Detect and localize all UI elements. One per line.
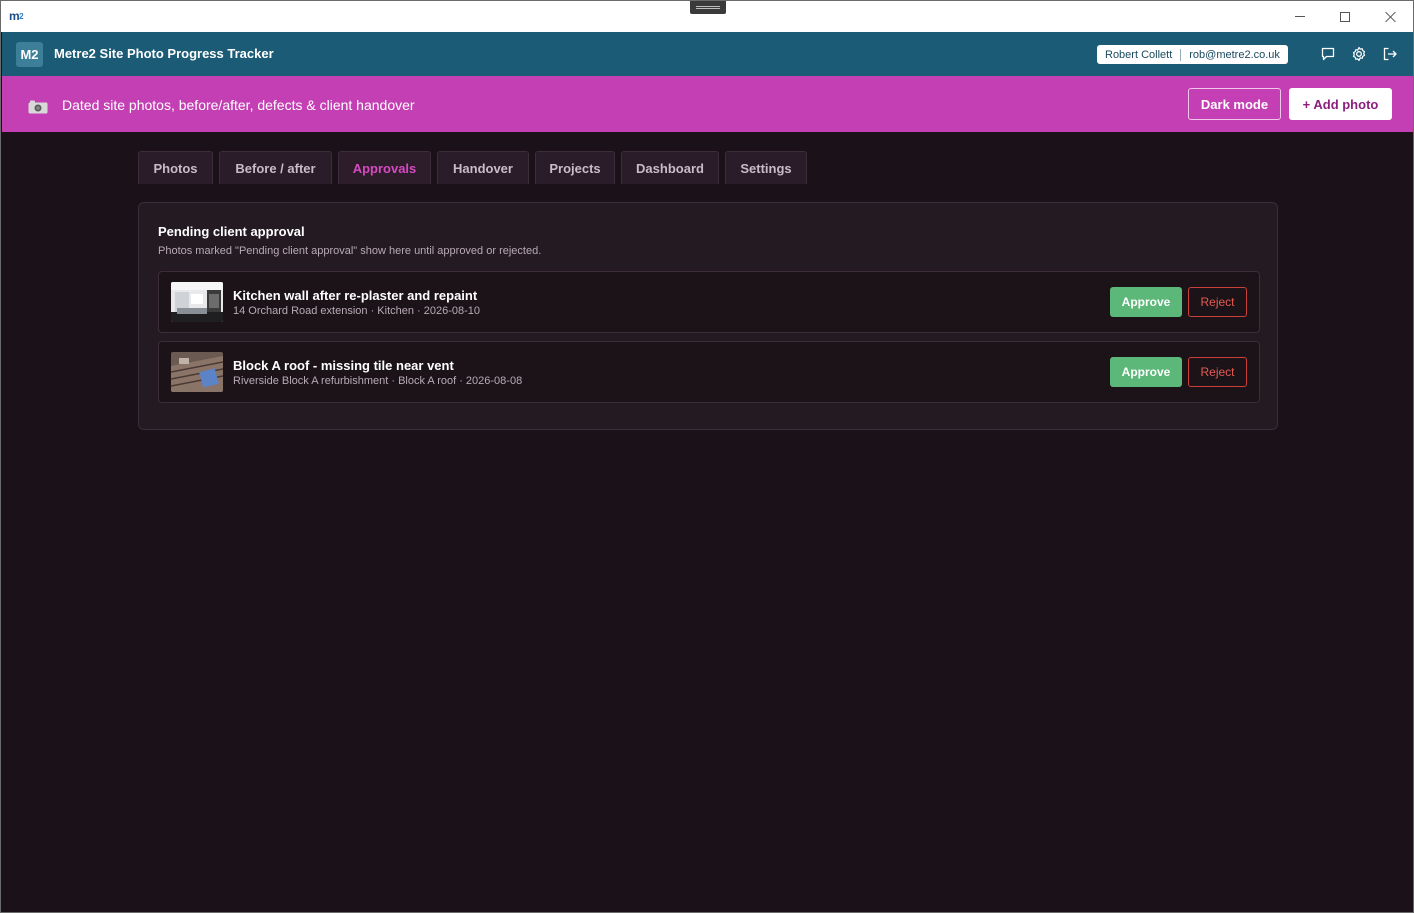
panel-subtitle: Photos marked "Pending client approval" … [158,245,542,257]
panel-title: Pending client approval [158,224,305,239]
camera-icon [28,100,48,114]
item-title: Kitchen wall after re-plaster and repain… [233,288,478,303]
app-header: M2 Metre2 Site Photo Progress Tracker Ro… [2,32,1413,76]
maximize-icon [1340,11,1350,22]
window-grip-handle[interactable] [690,1,726,14]
close-button[interactable] [1368,1,1413,32]
app-window: m2 M2 Metre2 Site Photo Progress Tracker… [0,0,1414,913]
app-logo-icon: m2 [9,9,24,23]
tab-photos[interactable]: Photos [138,151,213,184]
add-photo-button[interactable]: + Add photo [1289,88,1392,120]
minimize-button[interactable] [1277,1,1323,32]
os-titlebar[interactable]: m2 [1,1,1413,32]
user-email: rob@metre2.co.uk [1189,48,1280,61]
item-meta: 14 Orchard Road extension · Kitchen · 20… [233,305,481,317]
chat-icon[interactable] [1319,45,1337,63]
photo-thumbnail[interactable] [171,352,223,392]
approval-item: Kitchen wall after re-plaster and repain… [158,271,1260,333]
close-icon [1385,11,1397,23]
reject-button[interactable]: Reject [1188,357,1247,387]
tab-approvals[interactable]: Approvals [338,151,431,184]
photo-thumbnail[interactable] [171,282,223,322]
approve-button[interactable]: Approve [1110,287,1182,317]
banner: Dated site photos, before/after, defects… [2,76,1413,132]
app-title: Metre2 Site Photo Progress Tracker [54,46,274,61]
app-badge: M2 [16,42,43,67]
tab-before-after[interactable]: Before / after [219,151,332,184]
dark-mode-button[interactable]: Dark mode [1188,88,1281,120]
approval-item: Block A roof - missing tile near vent Ri… [158,341,1260,403]
user-pill[interactable]: Robert Collett rob@metre2.co.uk [1097,45,1288,64]
logout-icon[interactable] [1381,45,1399,63]
gear-icon[interactable] [1350,45,1368,63]
tab-projects[interactable]: Projects [535,151,615,184]
maximize-button[interactable] [1322,1,1368,32]
tab-dashboard[interactable]: Dashboard [621,151,719,184]
user-name: Robert Collett [1105,48,1173,61]
minimize-icon [1295,16,1305,17]
approve-button[interactable]: Approve [1110,357,1182,387]
approvals-panel: Pending client approval Photos marked "P… [138,202,1278,430]
item-title: Block A roof - missing tile near vent [233,358,454,373]
item-meta: Riverside Block A refurbishment · Block … [233,375,523,387]
tab-settings[interactable]: Settings [725,151,807,184]
tab-handover[interactable]: Handover [437,151,529,184]
reject-button[interactable]: Reject [1188,287,1247,317]
banner-text: Dated site photos, before/after, defects… [62,97,415,113]
